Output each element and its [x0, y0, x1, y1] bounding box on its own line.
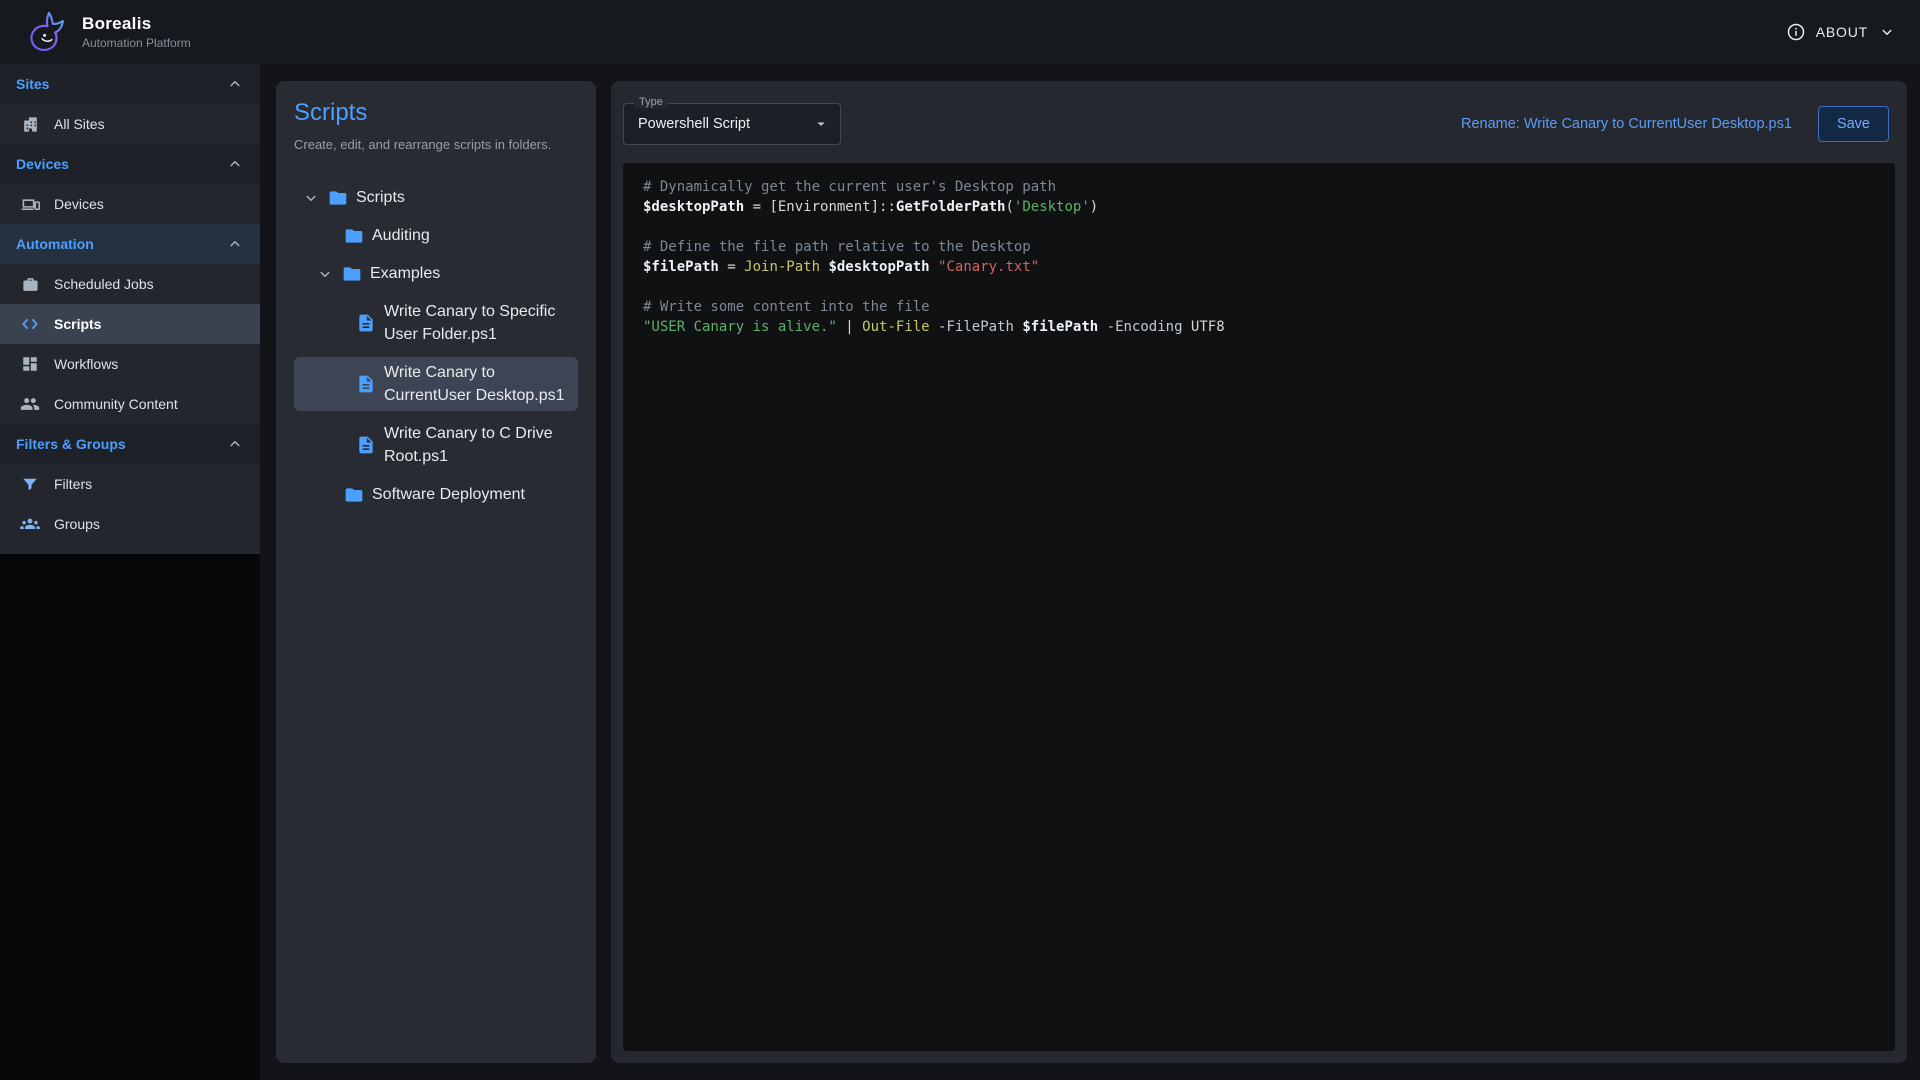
section-label: Filters & Groups — [16, 436, 126, 452]
tree-item-label: Write Canary to C Drive Root.ps1 — [384, 422, 570, 468]
type-select-label: Type — [634, 96, 668, 108]
tree-folder-examples[interactable]: Examples — [294, 258, 578, 289]
sidebar-section-automation[interactable]: Automation — [0, 224, 260, 264]
sidebar-item-all-sites[interactable]: All Sites — [0, 104, 260, 144]
tree-file-write-canary-specific-user[interactable]: Write Canary to Specific User Folder.ps1 — [294, 296, 578, 350]
panel-title: Scripts — [294, 99, 578, 127]
sidebar-item-label: Community Content — [54, 396, 178, 412]
sidebar-item-scheduled-jobs[interactable]: Scheduled Jobs — [0, 264, 260, 304]
section-label: Devices — [16, 156, 69, 172]
app-subtitle: Automation Platform — [82, 36, 191, 50]
script-file-icon — [356, 374, 376, 394]
chevron-down-icon[interactable] — [302, 189, 320, 207]
tree-file-write-canary-c-drive-root[interactable]: Write Canary to C Drive Root.ps1 — [294, 418, 578, 472]
chevron-up-icon — [226, 75, 244, 93]
sidebar-item-label: Filters — [54, 476, 92, 492]
folder-icon — [344, 485, 364, 505]
save-button[interactable]: Save — [1818, 106, 1889, 142]
topbar: Borealis Automation Platform ABOUT — [0, 0, 1920, 64]
chevron-up-icon — [226, 155, 244, 173]
sidebar-section-sites[interactable]: Sites — [0, 64, 260, 104]
sidebar-item-label: All Sites — [54, 116, 105, 132]
sidebar-nav: Sites All Sites Devices — [0, 64, 260, 554]
people-icon — [20, 394, 40, 414]
about-label: ABOUT — [1816, 24, 1868, 40]
sidebar-item-scripts[interactable]: Scripts — [0, 304, 260, 344]
type-select-value: Powershell Script — [638, 116, 750, 132]
filter-icon — [20, 474, 40, 494]
scripts-tree: Scripts Auditing Examples — [294, 182, 578, 510]
panel-subtitle: Create, edit, and rearrange scripts in f… — [294, 137, 578, 152]
editor-toolbar: Type Powershell Script Rename: Write Can… — [623, 93, 1895, 153]
tree-folder-software-deployment[interactable]: Software Deployment — [294, 479, 578, 510]
rename-link[interactable]: Rename: Write Canary to CurrentUser Desk… — [1461, 116, 1792, 132]
tree-item-label: Scripts — [356, 186, 405, 209]
sidebar-item-filters[interactable]: Filters — [0, 464, 260, 504]
tree-file-write-canary-currentuser-desktop[interactable]: Write Canary to CurrentUser Desktop.ps1 — [294, 357, 578, 411]
sidebar-item-label: Devices — [54, 196, 104, 212]
sidebar-item-label: Scheduled Jobs — [54, 276, 154, 292]
chevron-down-icon — [1878, 23, 1896, 41]
about-menu-button[interactable]: ABOUT — [1786, 22, 1896, 42]
devices-icon — [20, 194, 40, 214]
building-icon — [20, 114, 40, 134]
chevron-down-icon[interactable] — [316, 265, 334, 283]
folder-icon — [328, 188, 348, 208]
info-icon — [1786, 22, 1806, 42]
tree-item-label: Auditing — [372, 224, 430, 247]
script-type-select[interactable]: Type Powershell Script — [623, 103, 841, 145]
section-label: Automation — [16, 236, 94, 252]
code-editor[interactable]: # Dynamically get the current user's Des… — [623, 163, 1895, 1051]
tree-folder-scripts[interactable]: Scripts — [294, 182, 578, 213]
sidebar-item-label: Groups — [54, 516, 100, 532]
script-file-icon — [356, 313, 376, 333]
sidebar-section-devices[interactable]: Devices — [0, 144, 260, 184]
section-label: Sites — [16, 76, 49, 92]
main-content: Scripts Create, edit, and rearrange scri… — [260, 64, 1920, 1080]
code-content: # Dynamically get the current user's Des… — [643, 177, 1875, 337]
borealis-logo — [24, 9, 70, 55]
sidebar-item-label: Workflows — [54, 356, 118, 372]
folder-icon — [344, 226, 364, 246]
script-editor-panel: Type Powershell Script Rename: Write Can… — [611, 81, 1907, 1063]
scripts-panel: Scripts Create, edit, and rearrange scri… — [276, 81, 596, 1063]
folder-icon — [342, 264, 362, 284]
sidebar-item-devices[interactable]: Devices — [0, 184, 260, 224]
workflow-icon — [20, 354, 40, 374]
code-icon — [20, 314, 40, 334]
tree-item-label: Examples — [370, 262, 440, 285]
dropdown-caret-icon — [812, 115, 830, 133]
briefcase-icon — [20, 274, 40, 294]
groups-icon — [20, 514, 40, 534]
brand: Borealis Automation Platform — [24, 9, 191, 55]
tree-item-label: Write Canary to CurrentUser Desktop.ps1 — [384, 361, 570, 407]
tree-item-label: Software Deployment — [372, 483, 525, 506]
sidebar-section-filters-groups[interactable]: Filters & Groups — [0, 424, 260, 464]
tree-folder-auditing[interactable]: Auditing — [294, 220, 578, 251]
sidebar-item-label: Scripts — [54, 316, 101, 332]
left-column: Sites All Sites Devices — [0, 64, 260, 1080]
app-title: Borealis — [82, 14, 191, 34]
chevron-up-icon — [226, 235, 244, 253]
tree-item-label: Write Canary to Specific User Folder.ps1 — [384, 300, 570, 346]
chevron-up-icon — [226, 435, 244, 453]
sidebar-item-groups[interactable]: Groups — [0, 504, 260, 544]
script-file-icon — [356, 435, 376, 455]
sidebar-item-workflows[interactable]: Workflows — [0, 344, 260, 384]
sidebar-item-community-content[interactable]: Community Content — [0, 384, 260, 424]
